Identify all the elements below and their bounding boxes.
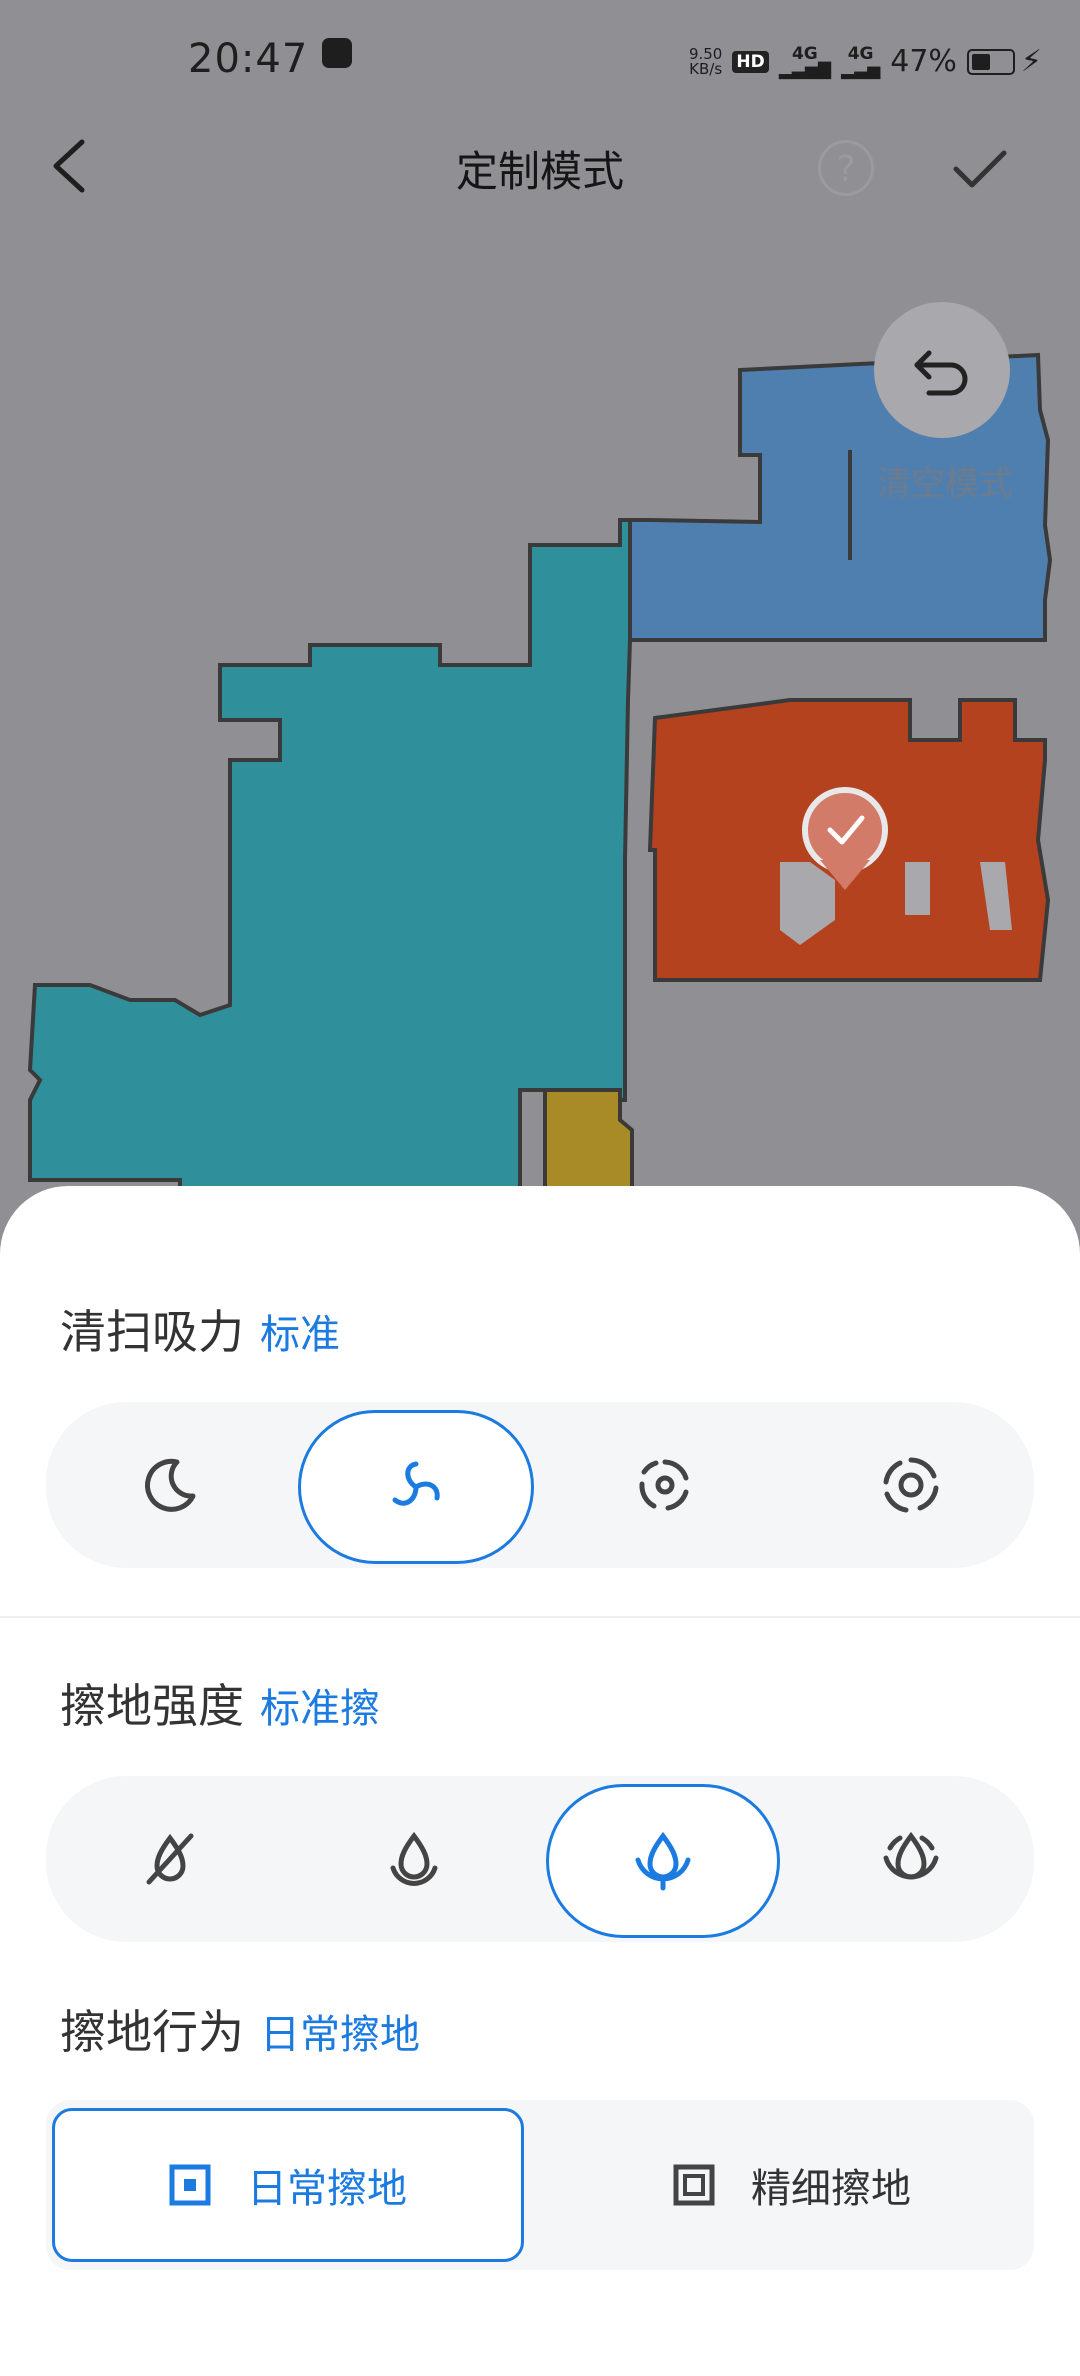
water-off-icon xyxy=(146,1833,194,1885)
page-title: 定制模式 xyxy=(455,147,624,196)
charging-icon: ⚡ xyxy=(1020,44,1042,79)
question-circle-icon: ? xyxy=(836,149,856,190)
mop-off-option[interactable] xyxy=(70,1786,270,1932)
notification-icon xyxy=(322,38,352,68)
mop-intensity-title: 擦地强度 xyxy=(60,1679,244,1733)
fan-strong-icon xyxy=(639,1459,689,1511)
confirm-button[interactable] xyxy=(950,145,1010,195)
mop-high-option[interactable] xyxy=(806,1786,1016,1932)
battery-fill xyxy=(971,53,990,70)
suction-quiet-option[interactable] xyxy=(70,1412,270,1558)
section-divider xyxy=(0,1616,1080,1618)
room-yellow xyxy=(543,1088,634,1202)
signal-4g-1: 4G ▂▃▅▇ xyxy=(778,45,831,80)
water-low-icon xyxy=(390,1831,438,1886)
fan-standard-icon xyxy=(392,1461,440,1506)
status-time: 20:47 xyxy=(188,36,309,82)
battery-shell xyxy=(966,48,1015,75)
suction-title: 清扫吸力 xyxy=(60,1305,244,1359)
battery-percent: 47% xyxy=(890,44,957,79)
undo-icon xyxy=(914,350,968,396)
signal-bars-icon: ▂▃▅ xyxy=(841,59,881,80)
mop-behavior-value: 日常擦地 xyxy=(260,2012,420,2058)
net-speed: 9.50 KB/s xyxy=(689,46,723,78)
mop-intensity-value: 标准擦 xyxy=(260,1686,380,1732)
help-button[interactable]: ? xyxy=(818,140,874,196)
fan-max-icon xyxy=(883,1457,939,1513)
battery-icon: ⚡ xyxy=(966,44,1042,79)
clear-mode-label: 清空模式 xyxy=(877,464,1013,504)
mop-standard-option[interactable] xyxy=(546,1784,780,1938)
mop-daily-label: 日常擦地 xyxy=(247,2166,407,2212)
mop-intensity-header: 擦地强度 标准擦 xyxy=(60,1670,380,1736)
signal-bars-icon: ▂▃▅▇ xyxy=(778,59,831,80)
suction-standard-option[interactable] xyxy=(298,1410,534,1564)
mop-daily-option[interactable]: 日常擦地 xyxy=(52,2108,524,2262)
status-right: 9.50 KB/s HD 4G ▂▃▅▇ 4G ▂▃▅ 47% ⚡ xyxy=(689,44,1042,79)
square-dot-icon xyxy=(169,2164,211,2206)
suction-max-option[interactable] xyxy=(806,1412,1016,1558)
checkmark-icon xyxy=(953,150,1007,188)
net-speed-unit: KB/s xyxy=(689,59,723,78)
mop-fine-option[interactable]: 精细擦地 xyxy=(556,2108,1028,2262)
suction-strong-option[interactable] xyxy=(560,1412,770,1558)
mop-fine-label: 精细擦地 xyxy=(751,2166,911,2212)
mop-behavior-title: 擦地行为 xyxy=(60,2005,244,2059)
signal-4g-2: 4G ▂▃▅ xyxy=(841,45,881,80)
mop-low-option[interactable] xyxy=(314,1786,514,1932)
clear-mode-button[interactable] xyxy=(874,302,1010,438)
water-high-icon xyxy=(883,1831,939,1880)
status-bar: 20:47 9.50 KB/s HD 4G ▂▃▅▇ 4G ▂▃▅ 47% ⚡ xyxy=(0,0,1080,130)
hd-badge: HD xyxy=(732,50,769,73)
mop-behavior-header: 擦地行为 日常擦地 xyxy=(60,1996,420,2062)
room-teal xyxy=(27,518,632,1202)
water-standard-icon xyxy=(635,1831,691,1891)
moon-quiet-icon xyxy=(144,1458,196,1512)
suction-header: 清扫吸力 标准 xyxy=(60,1296,340,1362)
suction-value: 标准 xyxy=(260,1312,340,1358)
square-nested-icon xyxy=(673,2164,715,2206)
